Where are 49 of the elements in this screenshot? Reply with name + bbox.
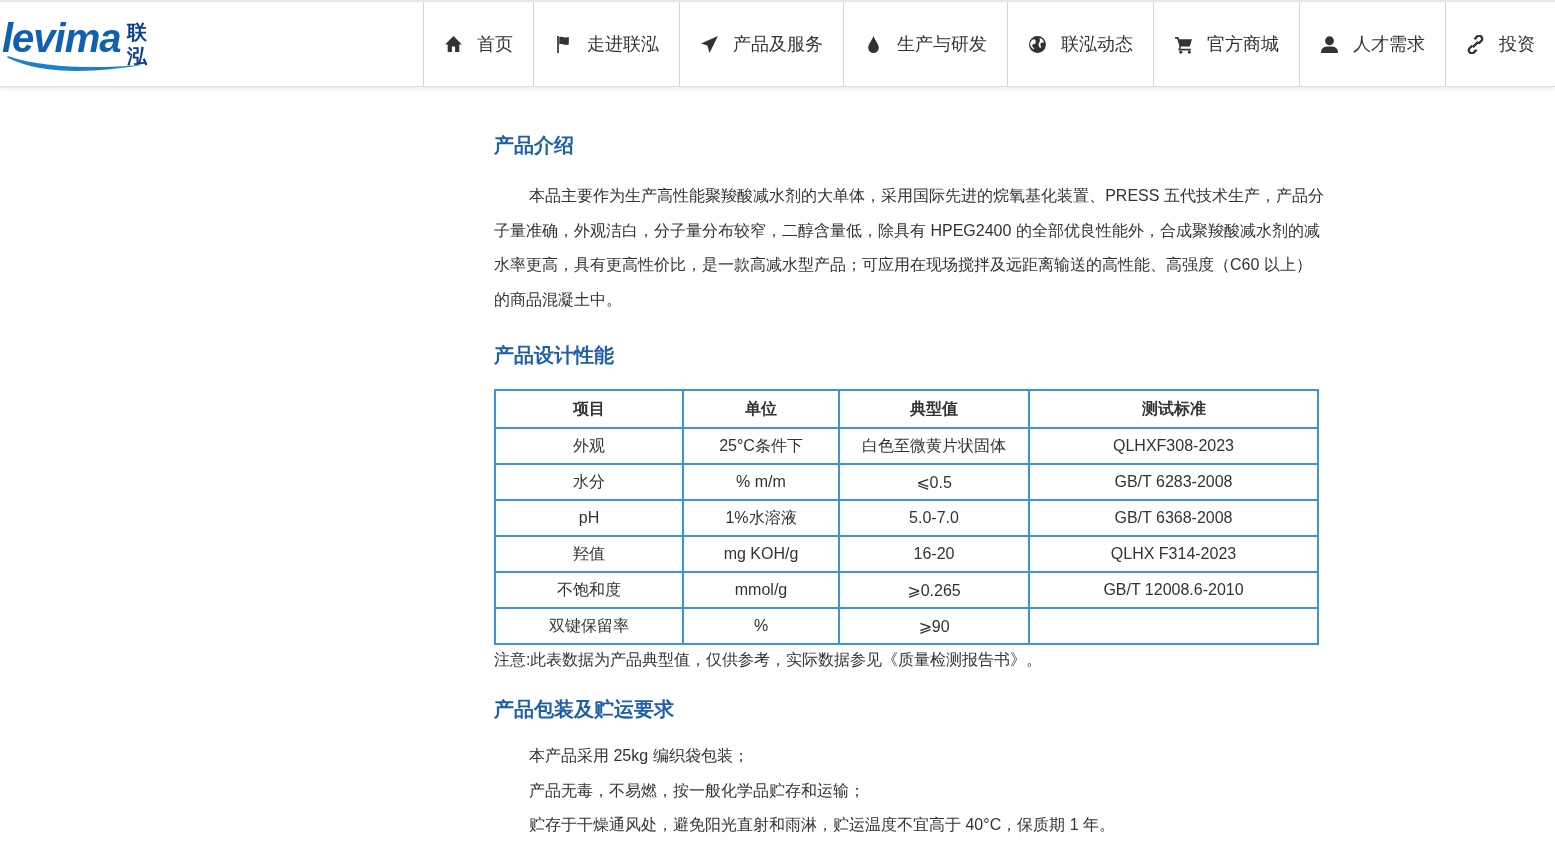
table-cell: ⩾90 bbox=[839, 608, 1029, 644]
cart-icon bbox=[1174, 34, 1193, 54]
table-cell: GB/T 12008.6-2010 bbox=[1029, 572, 1318, 608]
nav-link[interactable]: 产品及服务 bbox=[679, 2, 843, 86]
nav-link[interactable]: 联泓动态 bbox=[1007, 2, 1153, 86]
globe-icon bbox=[1028, 34, 1047, 54]
table-cell: ⩾0.265 bbox=[839, 572, 1029, 608]
table-cell: 水分 bbox=[495, 464, 683, 500]
nav-link[interactable]: 人才需求 bbox=[1299, 2, 1445, 86]
table-cell: 羟值 bbox=[495, 536, 683, 572]
table-cell: GB/T 6368-2008 bbox=[1029, 500, 1318, 536]
table-cell: pH bbox=[495, 500, 683, 536]
table-cell: 外观 bbox=[495, 428, 683, 464]
table-cell: mg KOH/g bbox=[683, 536, 839, 572]
paragraph: 产品无毒，不易燃，按一般化学品贮存和运输； bbox=[528, 780, 866, 801]
column-header: 典型值 bbox=[839, 390, 1029, 428]
nav-link[interactable]: 首页 bbox=[423, 2, 533, 86]
paper-plane-icon bbox=[700, 34, 719, 54]
paragraph: 贮存于干燥通风处，避免阳光直射和雨淋，贮运温度不宜高于 40°C，保质期 1 年。 bbox=[528, 815, 1116, 835]
column-header: 测试标准 bbox=[1029, 390, 1318, 428]
column-header: 单位 bbox=[683, 390, 839, 428]
column-header: 项目 bbox=[495, 390, 683, 428]
paragraph: 本品主要作为生产高性能聚羧酸减水剂的大单体，采用国际先进的烷氧基化装置、PRESS 五代技术生产，产品分子量准确，外观洁白，分子量分布较窄，二醇含量低，除具有 HPEG2400 的全部优良性能外，合成聚羧酸减水剂的减水率更高，具有更高性价比，是一款高减水型产品；可应用在现场搅拌及远距离输送的高性能、高强度（C60 以上）的商品混凝土中。 bbox=[494, 186, 1324, 310]
table-cell: 16-20 bbox=[839, 536, 1029, 572]
table-note: 注意:此表数据为产品典型值，仅供参考，实际数据参见《质量检测报告书》。 bbox=[494, 650, 1044, 670]
table-cell: QLHX F314-2023 bbox=[1029, 536, 1318, 572]
table-cell: ⩽0.5 bbox=[839, 464, 1029, 500]
link-icon bbox=[1466, 34, 1485, 54]
section-heading: 产品介绍 bbox=[494, 133, 575, 158]
table-cell: 5.0-7.0 bbox=[839, 500, 1029, 536]
table-cell: 不饱和度 bbox=[495, 572, 683, 608]
section-heading: 产品设计性能 bbox=[494, 343, 615, 368]
nav-link[interactable]: 官方商城 bbox=[1153, 2, 1299, 86]
table-cell: 1%水溶液 bbox=[683, 500, 839, 536]
section-heading: 产品包装及贮运要求 bbox=[494, 697, 675, 722]
table-cell: 双键保留率 bbox=[495, 608, 683, 644]
table-cell: QLHXF308-2023 bbox=[1029, 428, 1318, 464]
paragraph: 本产品采用 25kg 编织袋包装； bbox=[528, 746, 750, 766]
nav-link[interactable]: 走进联泓 bbox=[533, 2, 679, 86]
nav-link[interactable]: 投资 bbox=[1445, 2, 1555, 86]
table-cell: % m/m bbox=[683, 464, 839, 500]
table-cell: GB/T 6283-2008 bbox=[1029, 464, 1318, 500]
nav-link[interactable]: 生产与研发 bbox=[843, 2, 1007, 86]
table-cell: mmol/g bbox=[683, 572, 839, 608]
table-cell: % bbox=[683, 608, 839, 644]
table-cell: 白色至微黄片状固体 bbox=[839, 428, 1029, 464]
table-cell: 25°C条件下 bbox=[683, 428, 839, 464]
user-icon bbox=[1320, 34, 1339, 54]
home-icon bbox=[444, 34, 463, 54]
